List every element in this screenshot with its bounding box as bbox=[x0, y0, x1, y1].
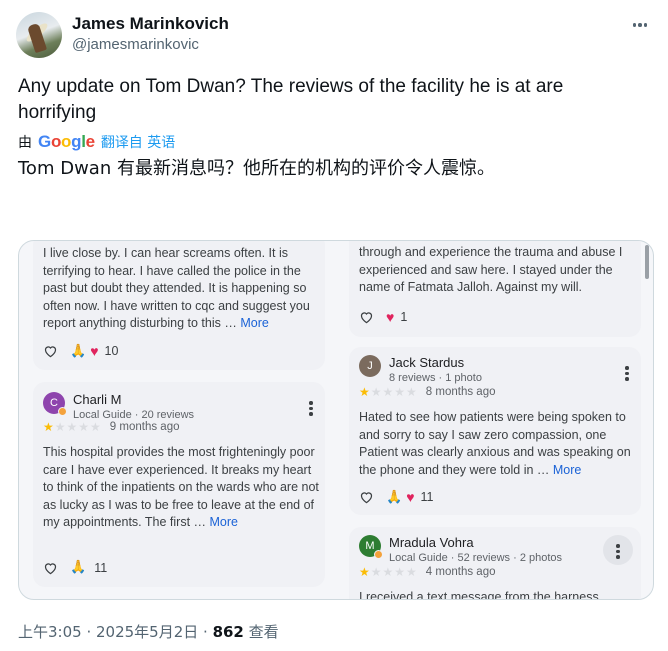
red-heart-icon: ♥ bbox=[386, 309, 395, 325]
review-card: C Charli M Local Guide · 20 reviews ★★★★… bbox=[33, 382, 325, 587]
tweet-timestamp[interactable]: 上午3:05 · 2025年5月2日 · bbox=[18, 623, 213, 641]
reactions-row: 🙏 ♥ 10 bbox=[43, 343, 118, 359]
translated-text: Tom Dwan 有最新消息吗？他所在的机构的评价令人震惊。 bbox=[18, 158, 495, 179]
translation-attribution: 由 Google 翻译自 英语 bbox=[18, 132, 175, 152]
reviewer-avatar[interactable]: M bbox=[359, 535, 383, 559]
reaction-count: 1 bbox=[400, 310, 408, 324]
reactions-row: 🙏 ♥ 11 bbox=[359, 489, 433, 505]
translate-by-label: 由 bbox=[18, 135, 32, 151]
pray-emoji-icon: 🙏 bbox=[70, 560, 87, 575]
pray-emoji-icon: 🙏 bbox=[386, 489, 403, 505]
reviewer-meta: 8 reviews · 1 photo bbox=[389, 372, 482, 384]
reactions-row: ♥ 1 bbox=[359, 309, 407, 325]
reviewer-name[interactable]: Charli M bbox=[73, 392, 194, 407]
reviewer-avatar[interactable]: C bbox=[43, 392, 67, 416]
author-avatar[interactable] bbox=[16, 12, 62, 58]
red-heart-icon: ♥ bbox=[406, 489, 415, 505]
review-more-icon[interactable] bbox=[603, 535, 633, 565]
review-age: 4 months ago bbox=[425, 566, 496, 578]
local-guide-badge-icon bbox=[374, 550, 383, 559]
author-handle[interactable]: @jamesmarinkovic bbox=[72, 36, 199, 53]
view-count: 862 bbox=[212, 623, 244, 641]
review-text: Hated to see how patients were being spo… bbox=[359, 410, 631, 477]
author-name[interactable]: James Marinkovich bbox=[72, 14, 229, 34]
star-rating: ★★★★★ bbox=[359, 565, 418, 579]
reviewer-avatar[interactable]: J bbox=[359, 355, 381, 377]
heart-outline-icon[interactable] bbox=[359, 490, 374, 504]
review-text: I live close by. I can hear screams ofte… bbox=[43, 246, 310, 330]
review-text: through and experience the trauma and ab… bbox=[359, 245, 623, 294]
review-card: through and experience the trauma and ab… bbox=[349, 241, 641, 337]
reviewer-info: J Jack Stardus 8 reviews · 1 photo bbox=[359, 355, 482, 384]
review-card: M Mradula Vohra Local Guide · 52 reviews… bbox=[349, 527, 641, 600]
review-more-icon[interactable] bbox=[625, 364, 629, 383]
reaction-count: 11 bbox=[94, 560, 108, 575]
google-logo: Google bbox=[38, 132, 95, 151]
review-more-icon[interactable] bbox=[309, 399, 313, 418]
review-age: 9 months ago bbox=[109, 421, 180, 433]
heart-outline-icon[interactable] bbox=[359, 310, 374, 324]
reviewer-info: C Charli M Local Guide · 20 reviews bbox=[43, 392, 194, 421]
tweet-image[interactable]: I live close by. I can hear screams ofte… bbox=[18, 240, 654, 600]
heart-outline-icon[interactable] bbox=[43, 344, 58, 358]
star-rating: ★★★★★ bbox=[359, 385, 418, 399]
translate-language-link[interactable]: 翻译自 英语 bbox=[101, 132, 175, 152]
reviewer-name[interactable]: Jack Stardus bbox=[389, 355, 482, 370]
more-link[interactable]: More bbox=[553, 463, 581, 477]
star-rating: ★★★★★ bbox=[43, 420, 102, 434]
reviewer-info: M Mradula Vohra Local Guide · 52 reviews… bbox=[359, 535, 562, 564]
tweet-meta: 上午3:05 · 2025年5月2日 · 862 查看 bbox=[18, 621, 279, 642]
rating-row: ★★★★★ 8 months ago bbox=[359, 385, 495, 399]
scrollbar[interactable] bbox=[645, 245, 649, 279]
red-heart-icon: ♥ bbox=[90, 343, 99, 359]
tweet-text: Any update on Tom Dwan? The reviews of t… bbox=[18, 76, 564, 123]
more-options-icon[interactable] bbox=[628, 16, 652, 36]
views-label: 查看 bbox=[243, 623, 279, 641]
heart-outline-icon[interactable] bbox=[43, 561, 58, 575]
rating-row: ★★★★★ 4 months ago bbox=[359, 565, 495, 579]
pray-emoji-icon: 🙏 bbox=[70, 343, 87, 359]
reactions-row: 🙏 11 bbox=[43, 560, 107, 575]
rating-row: ★★★★★ 9 months ago bbox=[43, 420, 179, 434]
more-link[interactable]: More bbox=[240, 316, 268, 330]
local-guide-badge-icon bbox=[58, 407, 67, 416]
reaction-count: 11 bbox=[420, 490, 434, 504]
more-link[interactable]: More bbox=[210, 515, 238, 529]
review-card: I live close by. I can hear screams ofte… bbox=[33, 241, 325, 370]
review-text: This hospital provides the most frighten… bbox=[43, 445, 319, 529]
reviewer-meta: Local Guide · 52 reviews · 2 photos bbox=[389, 552, 563, 564]
review-age: 8 months ago bbox=[425, 386, 496, 398]
review-card: J Jack Stardus 8 reviews · 1 photo ★★★★★… bbox=[349, 347, 641, 515]
reviewer-name[interactable]: Mradula Vohra bbox=[389, 535, 562, 550]
reaction-count: 10 bbox=[104, 344, 119, 358]
tweet-header: James Marinkovich @jamesmarinkovic bbox=[16, 12, 656, 60]
review-text: I received a text message from the harne… bbox=[359, 590, 599, 600]
